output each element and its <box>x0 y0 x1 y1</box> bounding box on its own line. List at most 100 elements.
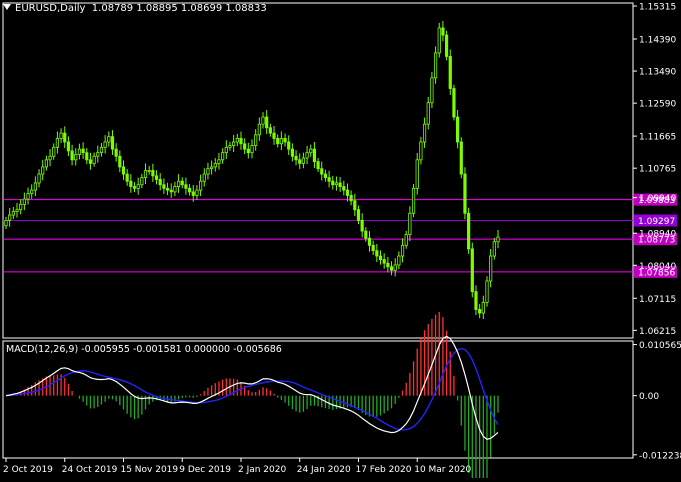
price-tick-label: 1.08940 <box>639 230 676 240</box>
candle-body <box>367 237 372 246</box>
price-tick-label: 1.13490 <box>639 68 676 78</box>
candle-body <box>283 138 287 143</box>
candle-body <box>118 155 122 168</box>
candle-body <box>320 168 324 175</box>
candle-body <box>481 301 485 314</box>
candle-body <box>433 52 438 79</box>
candle-body <box>257 123 261 136</box>
candle-body <box>165 187 170 191</box>
candle-body <box>173 186 177 193</box>
candle-body <box>338 182 342 187</box>
price-tick-label: 1.06215 <box>639 327 676 337</box>
candle-body <box>492 241 496 257</box>
candle-body <box>151 170 155 177</box>
candle-body <box>448 56 452 89</box>
price-tick-label: 1.10765 <box>639 165 676 175</box>
chart-canvas[interactable]: 1.098831.092971.087731.07856 1.15315 1.14… <box>0 0 681 482</box>
candle-body <box>254 134 258 146</box>
candle-body <box>147 170 151 172</box>
candle-body <box>202 173 206 182</box>
candle-body <box>426 102 430 125</box>
candle-body <box>228 145 232 148</box>
macd-indicator <box>5 311 499 482</box>
candle-body <box>422 123 427 143</box>
candle-body <box>213 162 217 168</box>
candle-body <box>276 138 280 145</box>
candle-body <box>400 244 405 257</box>
date-tick-label: 24 Oct 2019 <box>62 465 118 475</box>
candle-body <box>331 180 335 186</box>
macd-header: MACD(12,26,9) -0.005955 -0.001581 0.0000… <box>6 344 282 355</box>
candle-body <box>121 166 126 175</box>
price-tick-label: 1.15315 <box>639 3 676 13</box>
candle-body <box>77 148 82 155</box>
candle-body <box>110 136 115 150</box>
candle-body <box>349 195 353 202</box>
date-tick-label: 17 Feb 2020 <box>355 465 411 475</box>
candle-body <box>103 141 107 148</box>
candle-body <box>224 146 228 154</box>
candle-body <box>441 27 445 36</box>
candle-body <box>140 177 144 186</box>
ohlc-values: 1.08789 1.08895 1.08699 1.08833 <box>91 3 267 14</box>
triangle-down-icon[interactable] <box>3 4 11 10</box>
candle-body <box>287 141 291 150</box>
candle-body <box>437 27 441 54</box>
candle-body <box>187 187 192 193</box>
candle-body <box>345 189 350 196</box>
candle-body <box>353 200 357 211</box>
price-tick-label: 1.08040 <box>639 262 676 272</box>
candle-body <box>305 152 309 159</box>
date-tick-label: 24 Jan 2020 <box>297 465 351 475</box>
date-axis: 2 Oct 2019 24 Oct 2019 15 Nov 2019 9 Dec 20… <box>3 458 472 475</box>
macd-tick-label: 0.00 <box>639 392 659 402</box>
candle-body <box>55 138 60 148</box>
candle-body <box>74 154 78 161</box>
candle-body <box>26 193 30 200</box>
chart-window[interactable]: 1.09883 1.09297 1.08773 1.07856 1.15315 1.14… <box>0 0 681 482</box>
candle-body <box>210 166 214 170</box>
candle-body <box>419 141 423 161</box>
candle-body <box>180 180 184 186</box>
candle-body <box>129 180 133 187</box>
candle-body <box>19 203 23 211</box>
candle-body <box>33 182 37 191</box>
candle-body <box>334 182 339 186</box>
candle-body <box>356 209 361 221</box>
horizontal-levels[interactable]: 1.098831.092971.087731.07856 <box>3 193 677 279</box>
candle-body <box>342 186 346 191</box>
candle-body <box>195 189 199 196</box>
candle-body <box>239 138 243 145</box>
candle-body <box>81 148 85 154</box>
candle-body <box>452 88 456 118</box>
candle-body <box>154 175 159 180</box>
candle-body <box>63 132 67 143</box>
candle-body <box>298 159 302 164</box>
macd-tick-label: 0.010565 <box>639 341 681 351</box>
candle-body <box>294 155 298 161</box>
candle-body <box>463 173 467 214</box>
candle-body <box>474 291 478 310</box>
candle-body <box>485 280 489 303</box>
candle-body <box>206 168 210 175</box>
candle-body <box>459 141 463 175</box>
candle-body <box>184 184 188 189</box>
price-tick-label: 1.07115 <box>639 295 676 305</box>
candle-body <box>360 219 364 232</box>
candle-body <box>279 138 283 145</box>
candle-body <box>456 116 460 143</box>
chart-frame <box>2 2 634 459</box>
candle-body <box>114 148 118 157</box>
candle-body <box>265 116 269 129</box>
candle-body <box>375 250 379 257</box>
candle-body <box>389 266 394 271</box>
candle-body <box>30 189 34 195</box>
candle-body <box>290 148 294 157</box>
candle-body <box>232 141 236 146</box>
candle-body <box>408 212 412 236</box>
candle-body <box>415 159 419 189</box>
candle-body <box>176 180 181 187</box>
date-tick-label: 9 Dec 2019 <box>179 465 231 475</box>
candle-body <box>235 138 239 143</box>
price-tick-label: 1.14390 <box>639 35 676 45</box>
